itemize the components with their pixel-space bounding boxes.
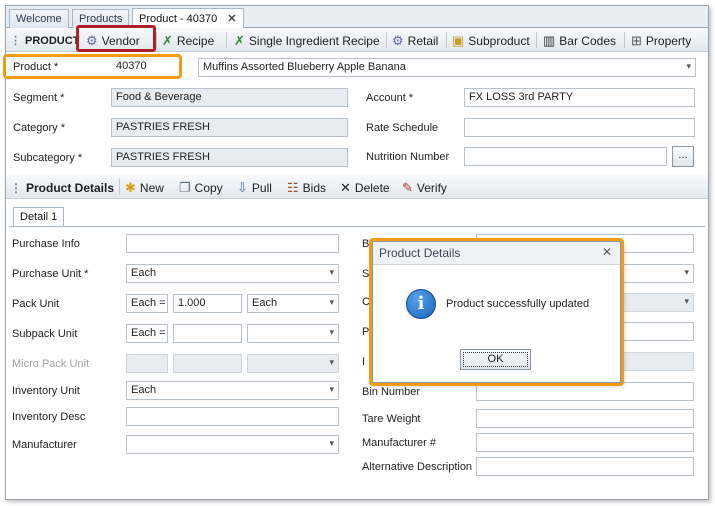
- single-ingredient-recipe-button[interactable]: ✗ Single Ingredient Recipe: [234, 32, 380, 49]
- recipe-button[interactable]: ✗ Recipe: [162, 32, 214, 49]
- toolbar-section-label: ⋮ Product Details: [10, 180, 115, 195]
- alternative-description-label: Alternative Description: [362, 461, 473, 473]
- subpack-quantity-field[interactable]: [173, 324, 242, 343]
- nutrition-number-label: Nutrition Number: [366, 151, 450, 163]
- recipe-icon: ✗: [162, 32, 173, 48]
- close-icon[interactable]: ✕: [227, 13, 236, 25]
- nutrition-number-field[interactable]: [464, 147, 667, 166]
- nutrition-browse-button[interactable]: ...: [672, 146, 694, 167]
- category-label: Category *: [13, 122, 65, 134]
- bids-button[interactable]: ☷ Bids: [287, 179, 326, 196]
- new-icon: ✱: [125, 179, 136, 195]
- micro-pack-quantity-field: [173, 354, 242, 373]
- dialog-highlight: [369, 238, 624, 386]
- purchase-unit-select[interactable]: Each: [126, 264, 339, 283]
- subpack-unit-label: Subpack Unit: [12, 328, 78, 340]
- manufacturer-number-label: Manufacturer #: [362, 437, 436, 449]
- inventory-unit-value: Each: [131, 384, 157, 396]
- product-description-value: Muffins Assorted Blueberry Apple Banana: [203, 61, 406, 73]
- new-button[interactable]: ✱ New: [125, 179, 164, 196]
- manufacturer-number-field[interactable]: [476, 433, 694, 452]
- rate-schedule-field[interactable]: [464, 118, 695, 137]
- rate-schedule-label: Rate Schedule: [366, 122, 439, 134]
- subcategory-field: PASTRIES FRESH: [111, 148, 348, 167]
- segment-field: Food & Beverage: [111, 88, 348, 107]
- pull-icon: ⇩: [237, 179, 248, 195]
- tare-weight-label: Tare Weight: [362, 413, 421, 425]
- category-field: PASTRIES FRESH: [111, 118, 348, 137]
- bar-codes-button[interactable]: ▥ Bar Codes: [543, 32, 616, 49]
- inventory-unit-select[interactable]: Each: [126, 381, 339, 400]
- subproduct-button[interactable]: ▣ Subproduct: [452, 32, 530, 49]
- tare-weight-field[interactable]: [476, 409, 694, 428]
- pack-each-equals: Each =: [126, 294, 168, 313]
- property-button[interactable]: ⊞ Property: [631, 32, 691, 49]
- product-highlight: [3, 54, 182, 79]
- delete-icon: ✕: [340, 179, 351, 195]
- purchase-info-label: Purchase Info: [12, 238, 80, 250]
- bin-number-label: Bin Number: [362, 386, 421, 398]
- pack-quantity-field[interactable]: 1.000: [173, 294, 242, 313]
- tab-label: Product - 40370: [139, 13, 218, 25]
- pack-unit-select[interactable]: Each: [247, 294, 339, 313]
- segment-label: Segment *: [13, 92, 65, 104]
- purchase-unit-label: Purchase Unit *: [12, 268, 89, 280]
- account-field[interactable]: FX LOSS 3rd PARTY: [464, 88, 695, 107]
- copy-button[interactable]: ❐ Copy: [179, 179, 223, 196]
- vendor-highlight: [76, 25, 156, 52]
- verify-button[interactable]: ✎ Verify: [402, 179, 447, 196]
- account-label: Account *: [366, 92, 414, 104]
- subpack-unit-select[interactable]: [247, 324, 339, 343]
- verify-icon: ✎: [402, 179, 413, 195]
- manufacturer-label: Manufacturer: [12, 439, 77, 451]
- micro-pack-unit-select: [247, 354, 339, 373]
- tab-welcome[interactable]: Welcome: [9, 9, 69, 28]
- purchase-info-field[interactable]: [126, 234, 339, 253]
- pack-unit-value: Each: [252, 297, 278, 309]
- product-description-select[interactable]: Muffins Assorted Blueberry Apple Banana: [198, 58, 696, 77]
- inventory-desc-field[interactable]: [126, 407, 339, 426]
- copy-icon: ❐: [179, 179, 191, 195]
- recipe-icon: ✗: [234, 32, 245, 48]
- purchase-unit-value: Each: [131, 267, 157, 279]
- box-icon: ▣: [452, 32, 465, 48]
- grip-icon: ⋮: [10, 35, 21, 47]
- hierarchy-icon: ⊞: [631, 32, 642, 48]
- micro-pack-unit-label: Micro Pack Unit: [12, 358, 90, 370]
- delete-button[interactable]: ✕ Delete: [340, 179, 390, 196]
- tab-label: Detail 1: [20, 211, 58, 223]
- pack-unit-label: Pack Unit: [12, 298, 60, 310]
- right-field-5-label: I: [362, 356, 366, 368]
- tab-detail-1[interactable]: Detail 1: [13, 207, 65, 227]
- gear-icon: ⚙: [392, 32, 404, 48]
- product-details-toolbar: ⋮ Product Details ✱ New ❐ Copy ⇩ Pull ☷ Bids …: [6, 175, 708, 199]
- retail-button[interactable]: ⚙ Retail: [392, 32, 438, 49]
- micro-pack-each-field: [126, 354, 168, 373]
- tab-label: Welcome: [16, 13, 62, 25]
- inventory-desc-label: Inventory Desc: [12, 411, 86, 423]
- barcode-icon: ▥: [543, 32, 556, 48]
- tab-divider: [9, 226, 705, 227]
- manufacturer-select[interactable]: [126, 435, 339, 454]
- subpack-each-equals: Each =: [126, 324, 168, 343]
- alternative-description-field[interactable]: [476, 457, 694, 476]
- inventory-unit-label: Inventory Unit: [12, 385, 80, 397]
- bids-icon: ☷: [287, 179, 299, 195]
- grip-icon: ⋮: [10, 180, 22, 195]
- subcategory-label: Subcategory *: [13, 152, 83, 164]
- pull-button[interactable]: ⇩ Pull: [237, 179, 272, 196]
- toolbar-section-label: ⋮ PRODUCT: [10, 34, 80, 48]
- tab-label: Products: [79, 13, 123, 25]
